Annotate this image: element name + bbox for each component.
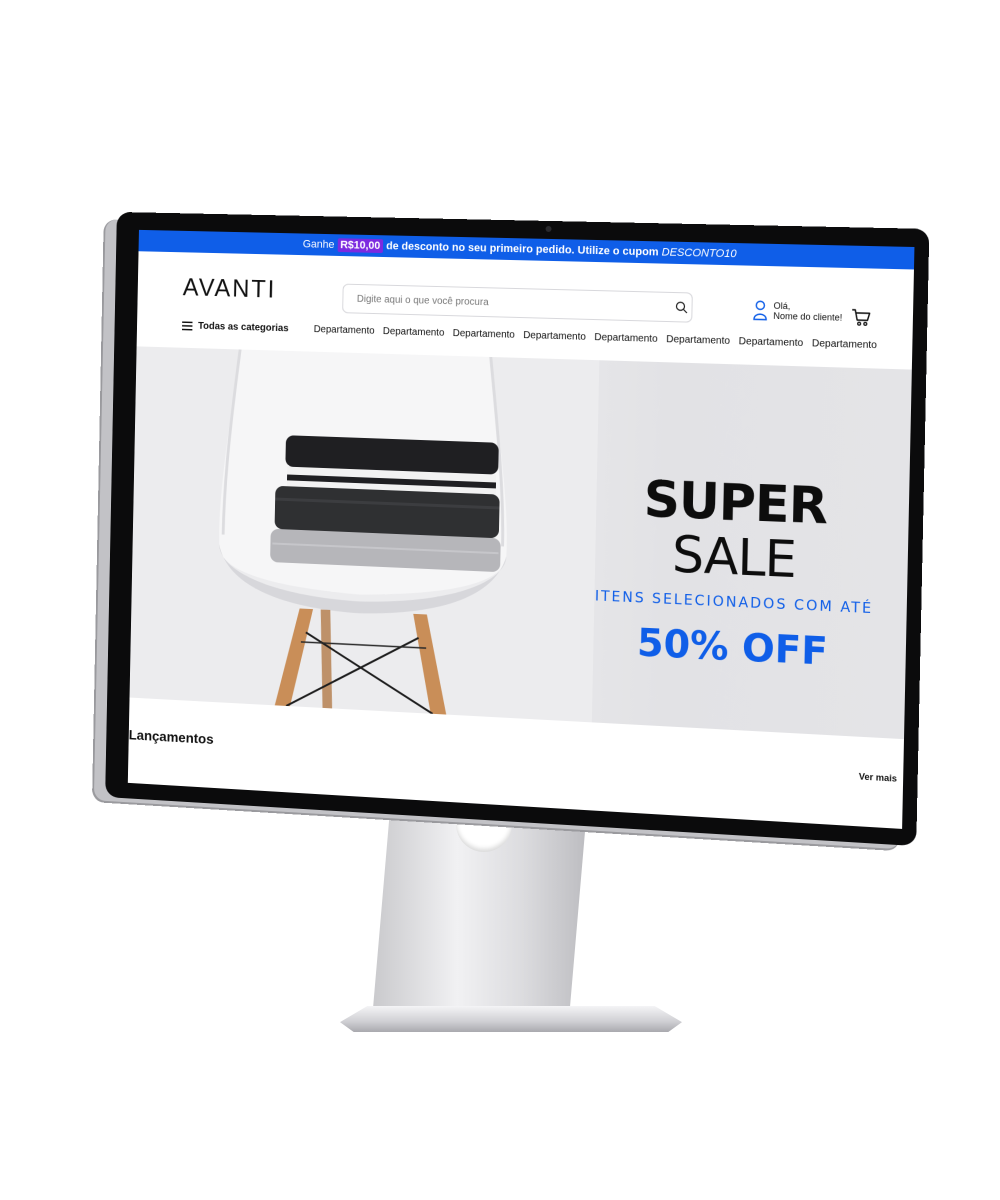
camera-icon: [545, 225, 552, 233]
nav-department[interactable]: Departamento: [590, 332, 662, 345]
hero-chair-clothes-image: [129, 346, 600, 723]
nav-department[interactable]: Departamento: [662, 334, 735, 347]
promo-amount: R$10,00: [337, 238, 384, 254]
search-icon[interactable]: [675, 301, 687, 313]
releases-title: Lançamentos: [128, 726, 214, 747]
account-text: Olá, Nome do cliente!: [773, 301, 842, 323]
nav-department[interactable]: Departamento: [734, 336, 807, 349]
monitor: Ganhe R$10,00 de desconto no seu primeir…: [105, 211, 930, 847]
monitor-wrapper: Ganhe R$10,00 de desconto no seu primeir…: [0, 0, 1000, 1200]
logo[interactable]: AVANTI: [183, 274, 277, 305]
search-input[interactable]: [342, 283, 693, 323]
nav-department[interactable]: Departamento: [379, 326, 449, 339]
all-categories-button[interactable]: Todas as categorias: [181, 320, 289, 335]
hero-title-light: SALE: [671, 525, 797, 590]
hero-banner[interactable]: SUPER SALE ITENS SELECIONADOS COM ATÉ 50…: [129, 346, 912, 740]
hero-copy: SUPER SALE ITENS SELECIONADOS COM ATÉ 50…: [581, 470, 889, 677]
all-categories-label: Todas as categorias: [197, 320, 289, 335]
account-link[interactable]: Olá, Nome do cliente!: [753, 300, 843, 323]
promo-prefix: Ganhe: [302, 238, 335, 251]
nav-department[interactable]: Departamento: [807, 338, 881, 351]
nav-department[interactable]: Departamento: [519, 330, 590, 343]
nav-department[interactable]: Departamento: [309, 324, 378, 337]
user-icon: [753, 300, 768, 321]
hero-title-bold: SUPER: [643, 470, 828, 536]
hero-subtitle: ITENS SELECIONADOS COM ATÉ: [594, 588, 874, 618]
hero-offer: 50% OFF: [636, 620, 829, 675]
promo-coupon: DESCONTO10: [661, 246, 737, 261]
see-more-link[interactable]: Ver mais: [859, 771, 897, 783]
account-name: Nome do cliente!: [773, 310, 843, 323]
promo-text: de desconto no seu primeiro pedido. Util…: [386, 240, 659, 259]
nav-department[interactable]: Departamento: [448, 328, 519, 341]
main-nav: Todas as categorias Departamento Departa…: [181, 320, 881, 351]
hamburger-icon: [181, 321, 193, 331]
hero-title: SUPER SALE: [583, 470, 889, 591]
cart-icon[interactable]: [851, 307, 872, 328]
screen: Ganhe R$10,00 de desconto no seu primeir…: [127, 229, 915, 829]
